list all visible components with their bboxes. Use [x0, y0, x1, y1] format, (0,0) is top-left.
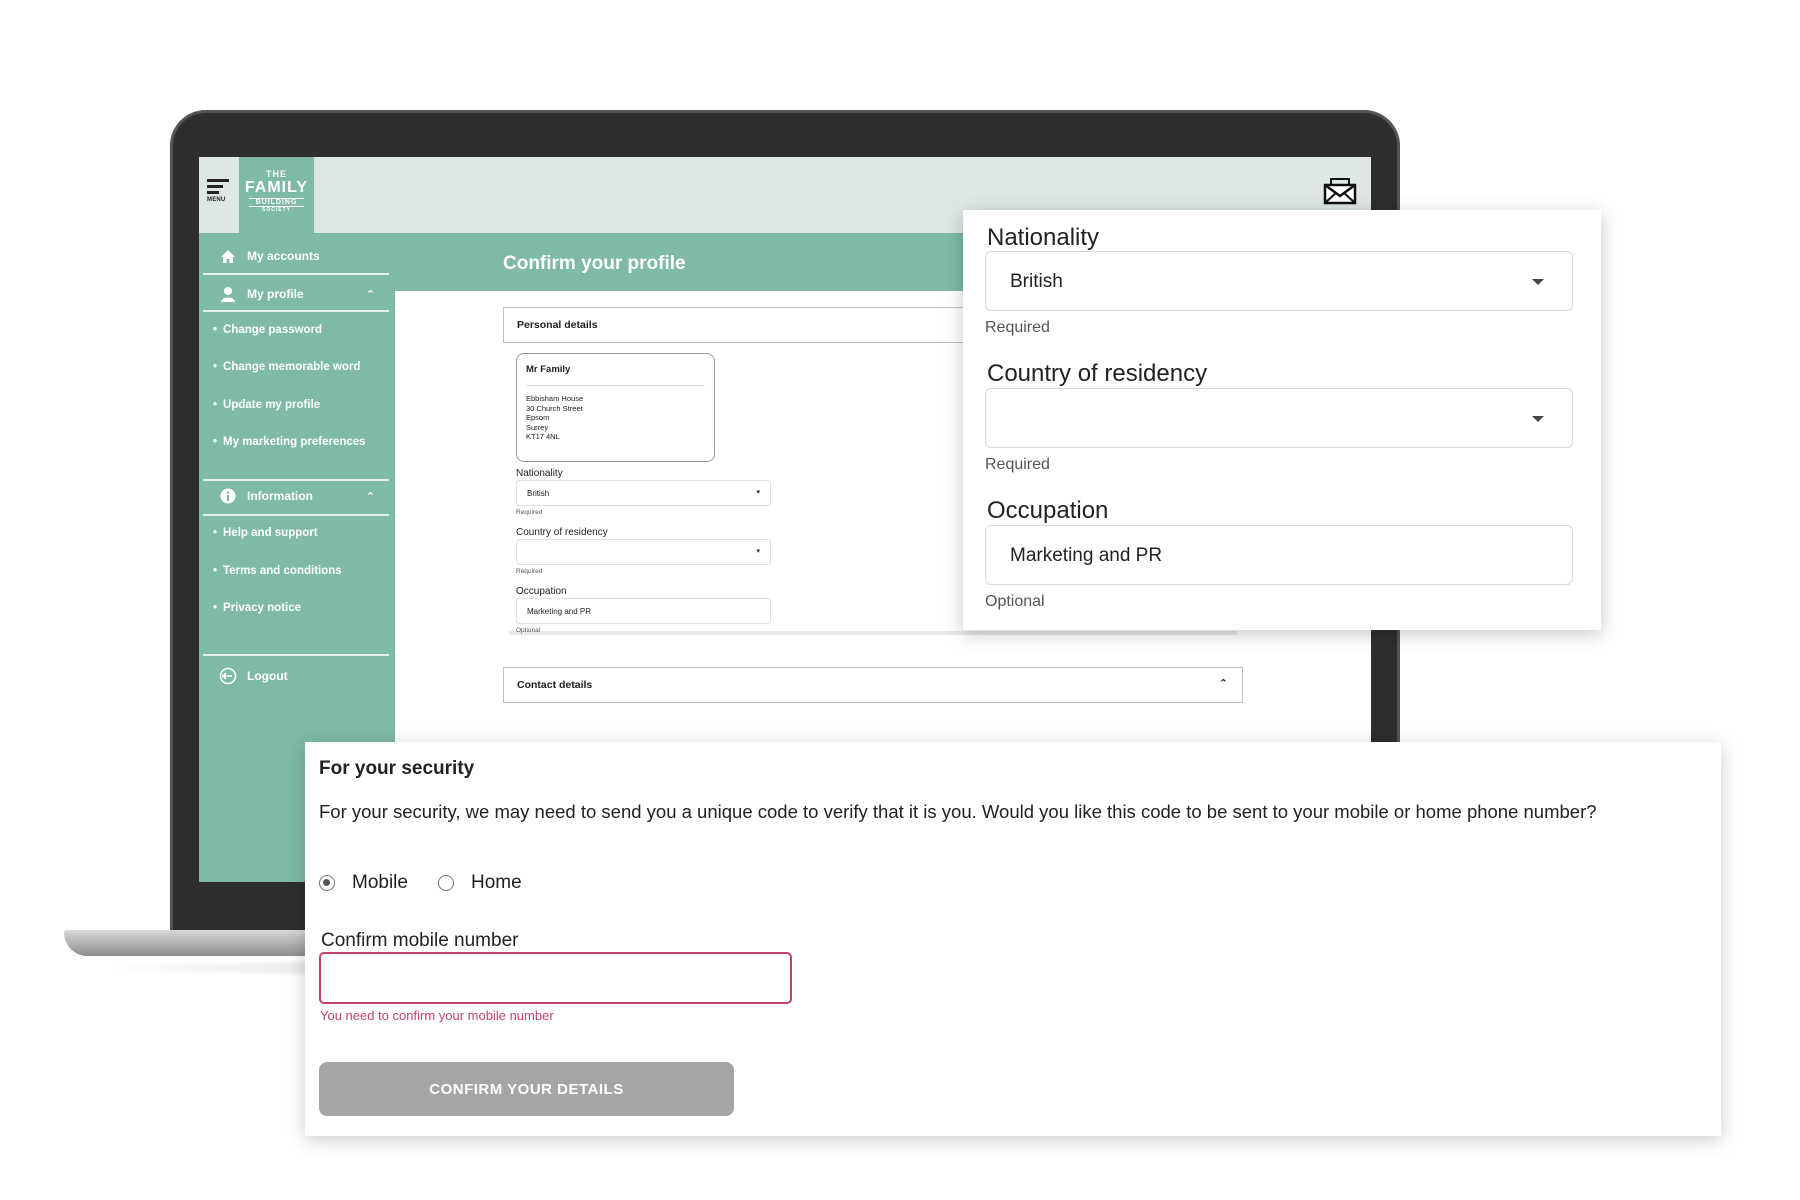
home-icon: [217, 247, 239, 265]
sidebar-item-change-memorable-word[interactable]: Change memorable word: [213, 361, 360, 373]
hamburger-icon: [207, 179, 229, 182]
occupation-label: Occupation: [516, 586, 567, 597]
info-icon: [217, 487, 239, 505]
address-line: 30 Church Street: [526, 403, 583, 413]
security-description: For your security, we may need to send y…: [319, 801, 1597, 822]
radio-unselected-icon: [438, 875, 454, 891]
residency-select[interactable]: [985, 388, 1573, 448]
nationality-select[interactable]: British ▾: [516, 480, 771, 506]
occupation-field[interactable]: Marketing and PR: [985, 525, 1573, 585]
sidebar-item-help[interactable]: Help and support: [213, 527, 318, 539]
sidebar-item-information[interactable]: Information ⌃: [203, 487, 389, 505]
sidebar-item-my-profile[interactable]: My profile ⌃: [203, 285, 389, 303]
contact-details-header[interactable]: Contact details ⌃: [503, 667, 1243, 703]
residency-hint: Required: [985, 456, 1050, 473]
radio-mobile[interactable]: Mobile: [319, 872, 408, 894]
profile-detail-card: Nationality British Required Country of …: [963, 210, 1601, 630]
sidebar-divider: [203, 273, 389, 275]
occupation-label: Occupation: [987, 497, 1109, 524]
radio-selected-icon: [319, 875, 335, 891]
logout-button[interactable]: Logout: [203, 667, 389, 685]
page-title: Confirm your profile: [503, 253, 686, 274]
nationality-hint: Required: [985, 319, 1050, 336]
menu-label: MENU: [207, 197, 226, 203]
logout-icon: [217, 667, 239, 685]
occupation-hint: Optional: [516, 627, 541, 634]
caret-down-icon: [1532, 279, 1544, 285]
mail-icon[interactable]: [1323, 177, 1357, 205]
address-line: KT17 4NL: [526, 432, 560, 441]
security-card: For your security For your security, we …: [305, 742, 1721, 1136]
address-name: Mr Family: [526, 364, 705, 386]
radio-home[interactable]: Home: [438, 872, 522, 894]
confirm-mobile-error: You need to confirm your mobile number: [320, 1008, 554, 1023]
nationality-label: Nationality: [516, 468, 563, 479]
address-line: Ebbisham House: [526, 394, 584, 403]
user-icon: [217, 285, 239, 303]
menu-button[interactable]: MENU: [207, 179, 229, 209]
residency-label: Country of residency: [516, 527, 608, 538]
chevron-up-icon: ⌃: [365, 288, 375, 301]
occupation-hint: Optional: [985, 593, 1045, 610]
sidebar-item-my-accounts[interactable]: My accounts: [203, 247, 389, 265]
chevron-up-icon: ⌃: [365, 490, 375, 503]
brand-logo[interactable]: THE FAMILY BUILDING SOCIETY: [239, 157, 314, 233]
security-title: For your security: [319, 758, 475, 779]
nationality-select[interactable]: British: [985, 251, 1573, 311]
occupation-field[interactable]: Marketing and PR: [516, 598, 771, 624]
residency-select[interactable]: ▾: [516, 539, 771, 565]
caret-down-icon: [1532, 416, 1544, 422]
sidebar-item-update-profile[interactable]: Update my profile: [213, 399, 320, 411]
residency-hint: Required: [516, 568, 543, 575]
chevron-up-icon: ⌃: [1218, 678, 1228, 690]
sidebar-item-marketing-preferences[interactable]: My marketing preferences: [213, 436, 366, 448]
caret-down-icon: ▾: [756, 489, 760, 496]
sidebar-item-terms[interactable]: Terms and conditions: [213, 565, 342, 577]
confirm-mobile-input[interactable]: [319, 952, 792, 1004]
confirm-details-button[interactable]: CONFIRM YOUR DETAILS: [319, 1062, 734, 1116]
nationality-hint: Required: [516, 509, 543, 516]
address-line: Epsom: [526, 413, 550, 422]
caret-down-icon: ▾: [756, 548, 760, 555]
address-line: Surrey: [526, 422, 549, 432]
nationality-label: Nationality: [987, 224, 1100, 251]
sidebar-item-privacy[interactable]: Privacy notice: [213, 602, 301, 614]
residency-label: Country of residency: [987, 360, 1208, 387]
sidebar-item-change-password[interactable]: Change password: [213, 324, 322, 336]
address-card: Mr Family Ebbisham House 30 Church Stree…: [516, 353, 715, 462]
confirm-mobile-label: Confirm mobile number: [321, 930, 519, 951]
